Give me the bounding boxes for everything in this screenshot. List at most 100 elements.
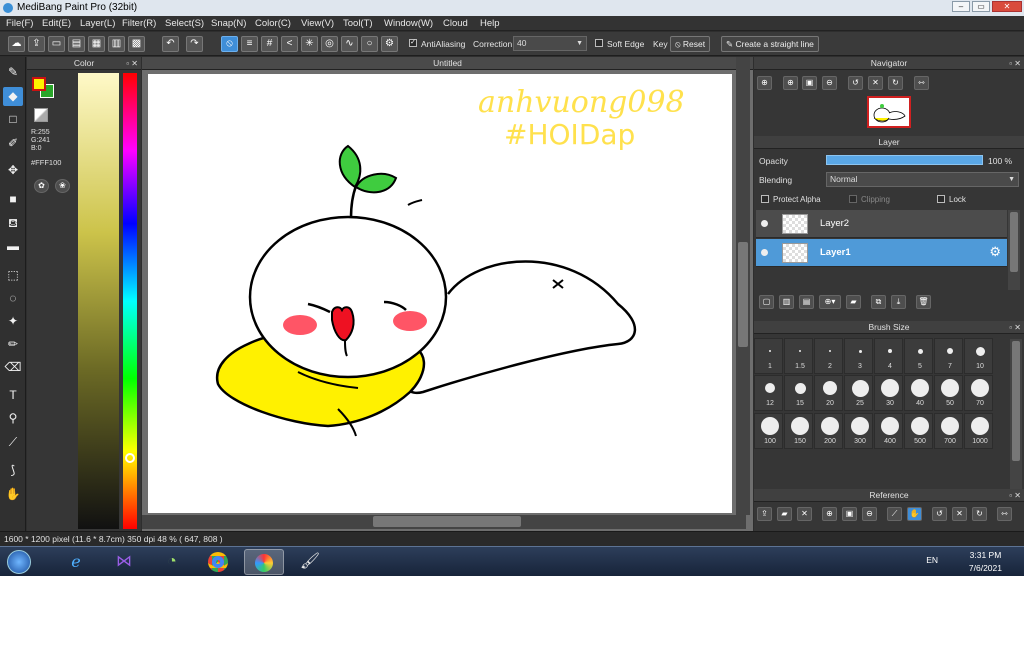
minimize-button[interactable]: – xyxy=(952,1,970,12)
language-indicator[interactable]: EN xyxy=(926,555,938,565)
palette-add-icon[interactable]: ❀ xyxy=(55,179,70,193)
divide-tool-icon[interactable]: ⟋ xyxy=(3,433,23,452)
saturation-value-square[interactable] xyxy=(78,73,119,529)
menu-tool[interactable]: Tool(T) xyxy=(343,18,373,29)
fill-rect-tool-icon[interactable]: ■ xyxy=(3,190,23,209)
cloud-icon[interactable]: ☁ xyxy=(8,36,25,52)
palette-icon[interactable]: ✿ xyxy=(34,179,49,193)
brush-size-cell[interactable]: 4 xyxy=(874,338,903,374)
protect-alpha-checkbox[interactable] xyxy=(761,195,769,203)
brush-size-cell[interactable]: 15 xyxy=(784,375,813,411)
hand-tool-icon[interactable]: ✋ xyxy=(3,485,23,504)
magic-wand-tool-icon[interactable]: ✦ xyxy=(3,312,23,331)
trash-icon[interactable]: 🗑 xyxy=(916,295,931,309)
brush-size-cell[interactable]: 700 xyxy=(934,413,963,449)
brush-size-cell[interactable]: 400 xyxy=(874,413,903,449)
grid-snap-icon[interactable]: # xyxy=(261,36,278,52)
paint-brush-icon[interactable]: 🖌 xyxy=(290,549,330,575)
brush-size-cell[interactable]: 7 xyxy=(934,338,963,374)
brush-size-cell[interactable]: 1 xyxy=(754,338,783,374)
add-layer-dropdown-icon[interactable]: ⊕▾ xyxy=(819,295,841,309)
smudge-tool-icon[interactable]: ✐ xyxy=(3,134,23,153)
move-tool-icon[interactable]: ✥ xyxy=(3,161,23,180)
reset-view-icon[interactable]: ✕ xyxy=(868,76,883,90)
reference-zoom-out-icon[interactable]: ⊖ xyxy=(862,507,877,521)
reference-upload-icon[interactable]: ⇪ xyxy=(757,507,772,521)
clipping-checkbox[interactable] xyxy=(849,195,857,203)
brush-size-cell[interactable]: 2 xyxy=(814,338,843,374)
redo-icon[interactable]: ↷ xyxy=(186,36,203,52)
eyedropper-tool-icon[interactable]: ⟆ xyxy=(3,461,23,480)
document-icon[interactable]: ▦ xyxy=(88,36,105,52)
reference-eyedropper-icon[interactable]: ⟋ xyxy=(887,507,902,521)
brush-size-cell[interactable]: 150 xyxy=(784,413,813,449)
gradient-tool-icon[interactable]: ▬ xyxy=(3,237,23,256)
brush-size-cell[interactable]: 500 xyxy=(904,413,933,449)
folder-icon[interactable]: ▰ xyxy=(846,295,861,309)
zoom-out-icon[interactable]: ⊖ xyxy=(822,76,837,90)
perspective-snap-icon[interactable]: < xyxy=(281,36,298,52)
visibility-icon[interactable] xyxy=(761,249,768,256)
new-8bit-layer-icon[interactable]: ▤ xyxy=(799,295,814,309)
snap-off-icon[interactable]: ⦸ xyxy=(221,36,238,52)
layer-row-selected[interactable]: Layer1 ⚙ xyxy=(756,239,1007,267)
hue-slider-handle[interactable] xyxy=(125,453,135,463)
brush-size-cell[interactable]: 50 xyxy=(934,375,963,411)
flip-icon[interactable]: ⇿ xyxy=(914,76,929,90)
menu-help[interactable]: Help xyxy=(480,18,500,29)
foreground-color-swatch[interactable] xyxy=(32,77,46,91)
chrome-icon[interactable] xyxy=(198,549,238,575)
dot-tool-icon[interactable]: □ xyxy=(3,110,23,129)
brush-size-cell[interactable]: 25 xyxy=(844,375,873,411)
lock-checkbox[interactable] xyxy=(937,195,945,203)
curve-snap-icon[interactable]: ∿ xyxy=(341,36,358,52)
reference-hand-icon[interactable]: ✋ xyxy=(907,507,922,521)
reference-fit-icon[interactable]: ▣ xyxy=(842,507,857,521)
opacity-slider[interactable] xyxy=(826,155,983,165)
menu-edit[interactable]: Edit(E) xyxy=(42,18,71,29)
reference-reset-icon[interactable]: ✕ xyxy=(952,507,967,521)
brush-scroll-thumb[interactable] xyxy=(1012,341,1020,461)
transparent-swatch[interactable] xyxy=(34,108,48,122)
select-tool-icon[interactable]: ⬚ xyxy=(3,266,23,285)
menu-file[interactable]: File(F) xyxy=(6,18,33,29)
drawing-canvas[interactable]: anhvuong098 #HOIDap xyxy=(148,74,732,513)
select-eraser-tool-icon[interactable]: ⌫ xyxy=(3,358,23,377)
correction-select[interactable]: 40 ▼ xyxy=(513,36,587,51)
brush-size-cell[interactable]: 3 xyxy=(844,338,873,374)
brush-size-cell[interactable]: 12 xyxy=(754,375,783,411)
brush-size-cell[interactable]: 30 xyxy=(874,375,903,411)
menu-color[interactable]: Color(C) xyxy=(255,18,291,29)
layer-row[interactable]: Layer2 xyxy=(756,210,1007,238)
menu-view[interactable]: View(V) xyxy=(301,18,334,29)
antialiasing-checkbox[interactable]: ✓ xyxy=(409,39,417,47)
duplicate-layer-icon[interactable]: ⧉ xyxy=(871,295,886,309)
operation-tool-icon[interactable]: ⚲ xyxy=(3,409,23,428)
radial-snap-icon[interactable]: ✳ xyxy=(301,36,318,52)
reference-zoom-in-icon[interactable]: ⊕ xyxy=(822,507,837,521)
brush-tool-icon[interactable]: ✎ xyxy=(3,63,23,82)
parallel-snap-icon[interactable]: ≡ xyxy=(241,36,258,52)
menu-filter[interactable]: Filter(R) xyxy=(122,18,156,29)
medibang-taskbar-icon[interactable] xyxy=(244,549,284,575)
utorrent-icon[interactable]: ◔ xyxy=(152,549,192,575)
canvas-vertical-scrollbar[interactable] xyxy=(736,57,750,515)
select-pen-tool-icon[interactable]: ✏ xyxy=(3,335,23,354)
panel-close-icon[interactable]: ▫ ✕ xyxy=(1009,57,1021,70)
vertical-scroll-thumb[interactable] xyxy=(738,242,748,347)
brush-size-cell[interactable]: 10 xyxy=(964,338,993,374)
system-clock[interactable]: 3:31 PM 7/6/2021 xyxy=(969,549,1002,575)
reference-close-icon[interactable]: ✕ xyxy=(797,507,812,521)
fit-icon[interactable]: ▣ xyxy=(802,76,817,90)
comment-icon[interactable]: ▭ xyxy=(48,36,65,52)
panel-close-icon[interactable]: ▫ ✕ xyxy=(126,57,138,70)
menu-layer[interactable]: Layer(L) xyxy=(80,18,115,29)
grid-doc-icon[interactable]: ▥ xyxy=(108,36,125,52)
canvas-tab[interactable]: Untitled xyxy=(142,57,753,70)
straight-line-button[interactable]: ✎ Create a straight line xyxy=(721,36,819,52)
reference-open-icon[interactable]: ▰ xyxy=(777,507,792,521)
zoom-in-alt-icon[interactable]: ⊕ xyxy=(783,76,798,90)
panel-close-icon[interactable]: ▫ ✕ xyxy=(1009,489,1021,502)
menu-snap[interactable]: Snap(N) xyxy=(211,18,246,29)
merge-down-icon[interactable]: ⤓ xyxy=(891,295,906,309)
